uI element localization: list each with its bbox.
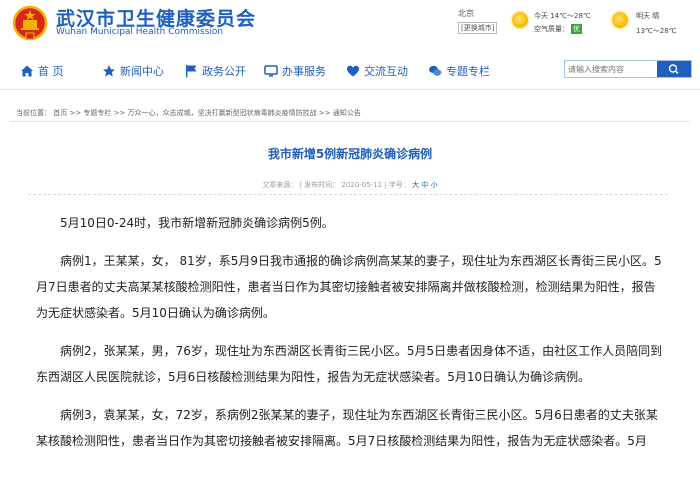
article-paragraph: 病例2，张某某，男，76岁，现住址为东西湖区长青街三民小区。5月5日患者因身体不… [36,344,663,384]
heart-icon [347,65,359,77]
air-quality-badge: 优 [571,24,582,34]
search-box [564,60,692,78]
article-meta: 文章来源： | 发布时间： 2020-05-11 | 字号： 大 中 小 [0,180,700,190]
article-title: 我市新增5例新冠肺炎确诊病例 [267,147,433,161]
article-paragraph: 5月10日0-24时，我市新增新冠肺炎确诊病例5例。 [60,216,334,230]
nav-item-services[interactable]: 办事服务 [264,63,326,79]
national-emblem-icon [12,5,48,41]
nav-item-home[interactable]: 首 页 [20,63,64,79]
publish-date: 2020-05-11 [341,181,383,189]
breadcrumb[interactable]: 当前位置： 首页 >> 专题专栏 >> 万众一心，众志成城，坚决打赢新型冠状病毒… [10,104,690,122]
font-size-options[interactable]: 大 中 小 [412,181,437,189]
chat-icon [429,65,442,76]
home-icon [21,65,33,77]
search-button[interactable] [657,61,691,77]
star-icon [103,65,115,77]
nav-item-interaction[interactable]: 交流互动 [346,63,408,79]
font-size-label: | 字号： [384,181,410,189]
site-header: 武汉市卫生健康委员会 Wuhan Municipal Health Commis… [0,0,700,48]
weather-tomorrow: 明天 晴 [636,12,660,20]
nav-item-gov-affairs[interactable]: 政务公开 [184,63,246,79]
monitor-icon [264,65,278,77]
flag-icon [186,65,197,78]
nav-item-label: 交流互动 [364,65,408,78]
nav-item-label: 专题专栏 [446,65,490,78]
nav-item-label: 政务公开 [202,65,246,78]
article-paragraph: 病例3，袁某某，女，72岁，系病例2张某某的妻子，现住址为东西湖区长青街三民小区… [36,408,658,448]
nav-item-label: 新闻中心 [120,65,164,78]
weather-tomorrow-temp: 13℃～28℃ [636,27,677,35]
sunny-icon [512,12,528,28]
date-label: | 发布时间： [299,181,340,189]
divider [28,194,668,195]
nav-item-special-topics[interactable]: 专题专栏 [428,63,490,79]
weather-today: 今天 14℃～28℃ [534,12,591,20]
article-body: 5月10日0-24时，我市新增新冠肺炎确诊病例5例。 病例1，王某某，女， 81… [36,210,666,466]
sunny-icon [612,12,628,28]
article-paragraph: 病例1，王某某，女， 81岁，系5月9日我市通报的确诊病例高某某的妻子，现住址为… [36,254,662,320]
search-icon [668,64,679,74]
nav-item-news[interactable]: 新闻中心 [102,63,164,79]
change-city-button[interactable]: [更换城市] [458,22,498,34]
air-quality-label: 空气质量： [534,25,569,33]
search-input[interactable] [565,61,657,77]
nav-item-label: 首 页 [38,65,64,78]
air-quality: 空气质量：优 [534,24,582,34]
site-title-en: Wuhan Municipal Health Commission [56,27,224,37]
nav-item-label: 办事服务 [282,65,326,78]
source-label: 文章来源： [262,181,298,189]
main-nav: 首 页 新闻中心 政务公开 办事服务 交流互动 专题专栏 [0,50,700,90]
weather-city: 北京 [458,9,474,18]
